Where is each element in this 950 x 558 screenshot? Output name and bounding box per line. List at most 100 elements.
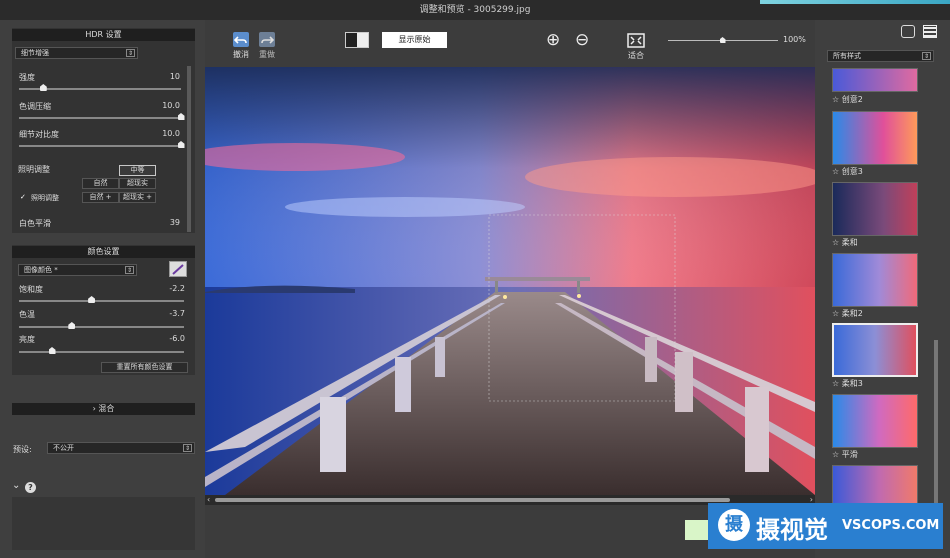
color-mode-dropdown[interactable]: 图像颜色 * ⇕ — [18, 264, 137, 276]
style-label[interactable]: ☆ 创意2 — [832, 94, 863, 105]
styles-filter-dropdown[interactable]: 所有样式 ⇕ — [827, 50, 934, 62]
chevron-down-icon: ⇕ — [125, 266, 134, 274]
star-icon[interactable]: ☆ — [832, 379, 839, 388]
status-swatch — [685, 520, 710, 540]
style-label-text: 创意3 — [841, 167, 863, 176]
photo-canvas[interactable] — [205, 67, 815, 495]
blend-header[interactable]: › 混合 — [12, 403, 195, 415]
zoom-slider-thumb[interactable] — [719, 37, 726, 43]
styles-scrollbar[interactable] — [934, 340, 938, 510]
chevron-down-icon: ⇕ — [126, 49, 135, 57]
chevron-down-icon: ⇕ — [922, 52, 931, 60]
style-thumbnail[interactable] — [832, 394, 918, 448]
white-point-label: 白色平滑 — [19, 219, 51, 228]
detail-contrast-slider-track[interactable] — [19, 145, 181, 147]
style-label-text: 柔和2 — [841, 309, 863, 318]
style-label-text: 平滑 — [841, 450, 858, 459]
white-point-value: 39 — [169, 218, 180, 227]
style-thumbnail-selected[interactable] — [832, 323, 918, 377]
slider-value: 10 — [169, 72, 180, 81]
hdr-mode-value: 细节增强 — [21, 49, 49, 57]
undo-label: 撤消 — [233, 50, 249, 59]
zoom-in-icon[interactable]: ⊕ — [546, 30, 560, 50]
help-icon[interactable]: ? — [25, 482, 36, 493]
info-area — [12, 497, 195, 550]
star-icon[interactable]: ☆ — [832, 450, 839, 459]
style-thumbnail[interactable] — [832, 253, 918, 307]
chevron-down-icon: ⇕ — [183, 444, 192, 452]
smooth-checkbox[interactable]: ✓ — [20, 194, 27, 201]
grid-view-icon[interactable] — [923, 25, 937, 38]
hscroll-thumb[interactable] — [215, 498, 730, 502]
preset-label: 预设: — [13, 445, 32, 454]
lighting-surreal-plus-button[interactable]: 超现实 + — [119, 192, 156, 203]
lighting-natural-plus-button[interactable]: 自然 + — [82, 192, 119, 203]
brightness-slider-track[interactable] — [19, 351, 184, 353]
saturation-slider-track[interactable] — [19, 300, 184, 302]
lighting-mid-button[interactable]: 中等 — [119, 165, 156, 176]
fit-label: 适合 — [628, 51, 644, 60]
split-view-button[interactable] — [345, 32, 369, 48]
left-panel: HDR 设置 细节增强 ⇕ 强度 10 色调压缩 10.0 细节对比度 10.0… — [0, 20, 205, 558]
toolbar: 撤消 重做 显示原始 ⊕ ⊖ 适合 100% — [205, 20, 815, 67]
pier-photo — [205, 67, 815, 495]
slider-value: 10.0 — [162, 101, 180, 110]
style-thumbnail[interactable] — [832, 68, 918, 92]
style-label[interactable]: ☆ 柔和3 — [832, 378, 863, 389]
slider-value: 10.0 — [162, 129, 180, 138]
fit-button[interactable]: 适合 — [624, 33, 648, 61]
zoom-out-icon[interactable]: ⊖ — [575, 30, 589, 50]
hdr-mode-dropdown[interactable]: 细节增强 ⇕ — [15, 47, 138, 59]
watermark-logo: 摄 — [718, 509, 750, 541]
tone-compression-slider-track[interactable] — [19, 117, 181, 119]
preset-dropdown[interactable]: 不公开 ⇕ — [47, 442, 195, 454]
show-original-button[interactable]: 显示原始 — [382, 32, 447, 48]
style-thumbnail[interactable] — [832, 182, 918, 236]
scroll-left-icon[interactable]: ‹ — [207, 495, 210, 504]
compact-view-icon[interactable] — [901, 25, 915, 38]
slider-label: 饱和度 — [19, 285, 43, 294]
reset-color-button[interactable]: 重置所有颜色设置 — [101, 362, 188, 373]
slider-value: -3.7 — [169, 309, 185, 318]
eyedropper-icon — [172, 264, 184, 275]
style-label-text: 柔和 — [841, 238, 858, 247]
redo-button[interactable]: 重做 — [257, 32, 277, 60]
slider-value: -6.0 — [169, 334, 185, 343]
slider-label: 强度 — [19, 73, 35, 82]
style-thumbnail[interactable] — [832, 465, 918, 505]
chevron-right-icon: › — [92, 404, 96, 413]
hdr-header: HDR 设置 — [12, 29, 195, 41]
style-label[interactable]: ☆ 柔和 — [832, 237, 858, 248]
style-label[interactable]: ☆ 创意3 — [832, 166, 863, 177]
style-label[interactable]: ☆ 平滑 — [832, 449, 858, 460]
redo-label: 重做 — [259, 50, 275, 59]
chevron-down-icon[interactable]: ⌄ — [12, 480, 20, 491]
lighting-natural-button[interactable]: 自然 — [82, 178, 119, 189]
color-mode-value: 图像颜色 * — [24, 266, 58, 274]
temperature-slider-track[interactable] — [19, 326, 184, 328]
slider-label: 色调压缩 — [19, 102, 51, 111]
styles-panel: 所有样式 ⇕ ☆ 创意2 ☆ 创意3 ☆ 柔和 ☆ 柔和2 ☆ 柔和3 ☆ 平滑 — [815, 20, 950, 558]
color-header: 颜色设置 — [12, 246, 195, 258]
eyedropper-button[interactable] — [169, 261, 187, 277]
title-bar: 调整和预览 - 3005299.jpg — [0, 0, 950, 20]
style-label[interactable]: ☆ 柔和2 — [832, 308, 863, 319]
fit-icon — [627, 33, 645, 48]
style-label-text: 创意2 — [841, 95, 863, 104]
blend-label: 混合 — [98, 404, 115, 413]
star-icon[interactable]: ☆ — [832, 95, 839, 104]
undo-button[interactable]: 撤消 — [231, 32, 251, 60]
style-label-text: 柔和3 — [841, 379, 863, 388]
star-icon[interactable]: ☆ — [832, 238, 839, 247]
zoom-value: 100% — [783, 35, 806, 44]
slider-label: 色温 — [19, 310, 35, 319]
hdr-scrollbar[interactable] — [187, 66, 191, 232]
star-icon[interactable]: ☆ — [832, 167, 839, 176]
lighting-surreal-button[interactable]: 超现实 — [119, 178, 156, 189]
window-title: 调整和预览 - 3005299.jpg — [419, 5, 531, 15]
redo-icon — [259, 32, 275, 47]
style-thumbnail[interactable] — [832, 111, 918, 165]
preset-value: 不公开 — [53, 444, 74, 452]
undo-icon — [233, 32, 249, 47]
star-icon[interactable]: ☆ — [832, 309, 839, 318]
